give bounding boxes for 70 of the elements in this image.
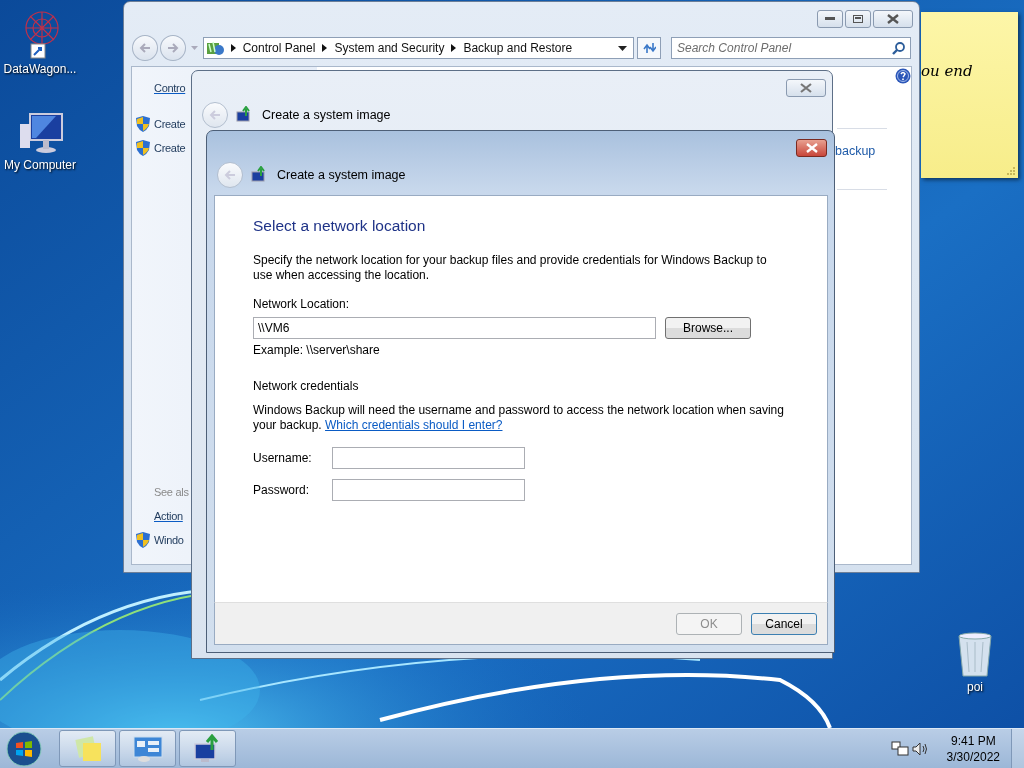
search-icon [892, 42, 905, 55]
close-button[interactable] [873, 10, 913, 28]
maximize-button[interactable] [845, 10, 871, 28]
network-location-field[interactable]: \\VM6 [253, 317, 656, 339]
pane-link[interactable]: Create [154, 118, 186, 130]
desktop-icon-label[interactable]: DataWagon... [3, 62, 77, 76]
refresh-icon [642, 42, 657, 54]
volume-icon[interactable] [911, 740, 930, 757]
dialog-title: Create a system image [262, 108, 391, 122]
pane-link[interactable]: Contro [154, 82, 186, 94]
shield-icon [136, 116, 150, 132]
network-icon[interactable] [890, 740, 909, 757]
chevron-icon[interactable] [230, 44, 236, 52]
username-field[interactable] [332, 447, 525, 469]
restore-icon [853, 15, 863, 23]
field-label: Username: [253, 451, 313, 465]
pane-link[interactable]: Create [154, 142, 186, 154]
cancel-button[interactable]: Cancel [751, 612, 817, 635]
breadcrumb-item[interactable]: System and Security [334, 41, 445, 55]
back-arrow-icon [138, 43, 151, 53]
close-icon [887, 14, 899, 24]
back-arrow-icon [209, 110, 221, 120]
breadcrumb-item[interactable]: Control Panel [242, 41, 316, 55]
help-icon[interactable] [895, 68, 911, 84]
content-link[interactable]: backup [835, 144, 876, 158]
minimize-button[interactable] [817, 10, 843, 28]
page-heading: Select a network location [253, 217, 427, 235]
section-heading: Network credentials [253, 379, 360, 393]
search-field[interactable]: Search Control Panel [671, 37, 911, 59]
sticky-note[interactable]: ou end [921, 12, 1018, 178]
taskbar-button[interactable] [179, 730, 236, 767]
address-bar[interactable]: Control Panel System and Security Backup and Restore [202, 37, 635, 59]
forward-arrow-icon [166, 43, 179, 53]
control-panel-icon [131, 734, 164, 763]
recycle-bin-icon[interactable] [955, 630, 995, 678]
password-field[interactable] [332, 479, 525, 501]
breadcrumb-item[interactable]: Backup and Restore [463, 41, 573, 55]
browse-button[interactable]: Browse... [665, 317, 751, 339]
start-button[interactable] [6, 730, 42, 767]
close-icon [805, 143, 818, 153]
resize-grip-icon[interactable] [1007, 167, 1015, 175]
pane-link[interactable]: Windo [154, 534, 184, 546]
clock-date[interactable]: 3/30/2022 [946, 748, 1000, 765]
shield-icon [136, 140, 150, 156]
field-label: Network Location: [253, 297, 351, 311]
pane-heading: See als [154, 486, 189, 498]
example-text: Example: \\server\share [253, 343, 381, 357]
help-link[interactable]: Which credentials should I enter? [325, 418, 503, 432]
desktop-icon-label[interactable]: My Computer [4, 158, 76, 172]
pane-link[interactable]: Action [154, 510, 183, 522]
dropdown-icon[interactable] [618, 45, 628, 51]
chevron-icon[interactable] [451, 44, 457, 52]
desktop-icon-label[interactable]: poi [967, 680, 983, 694]
sticky-notes-icon [72, 735, 103, 762]
close-icon [800, 83, 812, 93]
refresh-button[interactable] [637, 37, 661, 59]
note-text: ou end [921, 62, 973, 80]
credentials-text: Windows Backup will need the username and password to access the network location when saving your backup. Which credentials should I enter? [253, 403, 785, 433]
close-button[interactable] [796, 139, 827, 157]
back-arrow-icon [224, 170, 236, 180]
shield-icon [136, 532, 150, 548]
dialog-title: Create a system image [277, 168, 406, 182]
field-label: Password: [253, 483, 311, 497]
control-panel-icon [205, 40, 224, 56]
chevron-icon[interactable] [322, 44, 328, 52]
taskbar-button[interactable] [119, 730, 176, 767]
close-button[interactable] [786, 79, 826, 97]
instruction-text: Specify the network location for your backup files and provide credentials for Windows Backup to use when accessing the location. [253, 253, 768, 283]
minimize-icon [825, 17, 835, 21]
clock-time[interactable]: 9:41 PM [950, 732, 996, 749]
